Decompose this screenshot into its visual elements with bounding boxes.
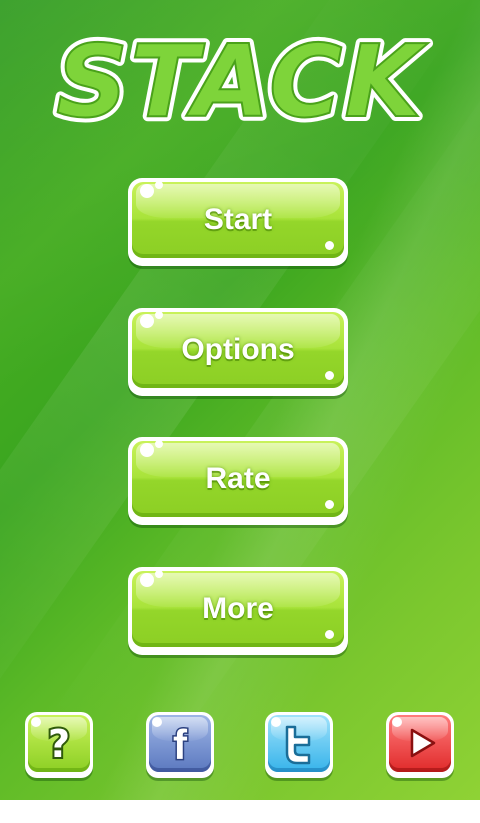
facebook-icon: f xyxy=(146,712,214,774)
play-icon xyxy=(386,712,454,774)
game-title: STACK STACK xyxy=(0,8,480,138)
facebook-button[interactable]: f xyxy=(146,712,214,778)
start-button[interactable]: Start xyxy=(128,178,348,266)
more-button-label: More xyxy=(202,592,274,625)
game-title-logo: STACK STACK xyxy=(51,18,431,138)
rate-button[interactable]: Rate xyxy=(128,437,348,525)
help-icon: ? xyxy=(25,712,93,774)
svg-text:STACK: STACK xyxy=(56,23,428,138)
start-button-label: Start xyxy=(203,203,273,236)
rate-button-label: Rate xyxy=(205,462,271,495)
options-button-label: Options xyxy=(181,333,295,366)
more-button[interactable]: More xyxy=(128,567,348,655)
options-button[interactable]: Options xyxy=(128,308,348,396)
youtube-button[interactable] xyxy=(386,712,454,778)
svg-text:?: ? xyxy=(48,722,70,765)
twitter-icon xyxy=(265,712,333,774)
help-button[interactable]: ? xyxy=(25,712,93,778)
svg-text:f: f xyxy=(173,721,188,765)
twitter-button[interactable] xyxy=(265,712,333,778)
